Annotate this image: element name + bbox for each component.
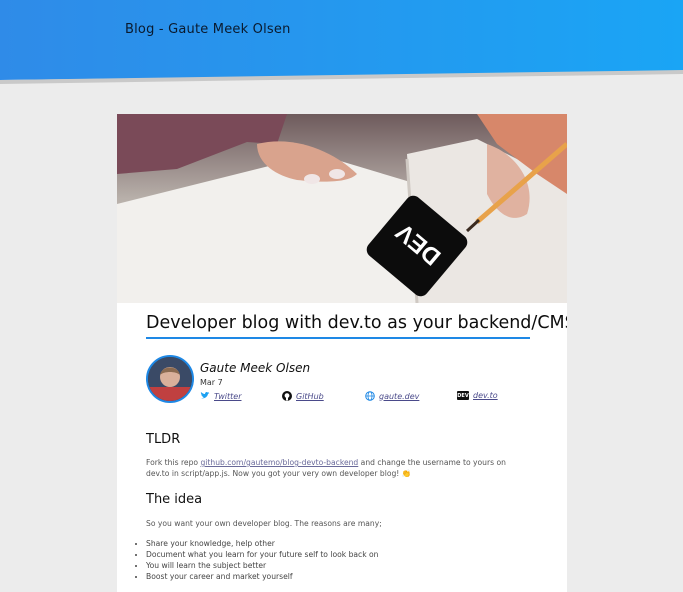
list-item: Share your knowledge, help other: [146, 538, 379, 549]
devto-link[interactable]: DEV dev.to: [457, 391, 498, 400]
post-card: DEV Developer blog with dev.to as your b…: [117, 114, 567, 592]
tldr-paragraph: Fork this repo github.com/gautemo/blog-d…: [146, 458, 526, 479]
reasons-list: Share your knowledge, help other Documen…: [135, 538, 379, 582]
github-link[interactable]: GitHub: [282, 391, 324, 401]
twitter-link-label[interactable]: Twitter: [214, 392, 241, 401]
list-item: You will learn the subject better: [146, 560, 379, 571]
avatar: [146, 355, 194, 403]
github-icon: [282, 391, 292, 401]
website-link-label[interactable]: gaute.dev: [379, 392, 419, 401]
post-date: Mar 7: [200, 378, 223, 387]
website-link[interactable]: gaute.dev: [365, 391, 419, 401]
list-item: Boost your career and market yourself: [146, 571, 379, 582]
hero-image: DEV: [117, 114, 567, 303]
idea-intro: So you want your own developer blog. The…: [146, 519, 382, 528]
twitter-link[interactable]: Twitter: [200, 391, 241, 401]
post-title: Developer blog with dev.to as your backe…: [146, 313, 567, 339]
github-link-label[interactable]: GitHub: [296, 392, 324, 401]
tldr-text-before: Fork this repo: [146, 458, 201, 467]
repo-link[interactable]: github.com/gautemo/blog-devto-backend: [200, 458, 358, 467]
idea-heading: The idea: [146, 492, 203, 507]
devto-link-label[interactable]: dev.to: [473, 391, 498, 400]
list-item: Document what you learn for your future …: [146, 549, 379, 560]
site-title[interactable]: Blog - Gaute Meek Olsen: [125, 22, 291, 37]
globe-icon: [365, 391, 375, 401]
dev-icon: DEV: [457, 391, 469, 400]
twitter-icon: [200, 391, 210, 401]
site-header: [0, 0, 683, 80]
author-name: Gaute Meek Olsen: [200, 361, 311, 375]
tldr-heading: TLDR: [146, 432, 181, 447]
